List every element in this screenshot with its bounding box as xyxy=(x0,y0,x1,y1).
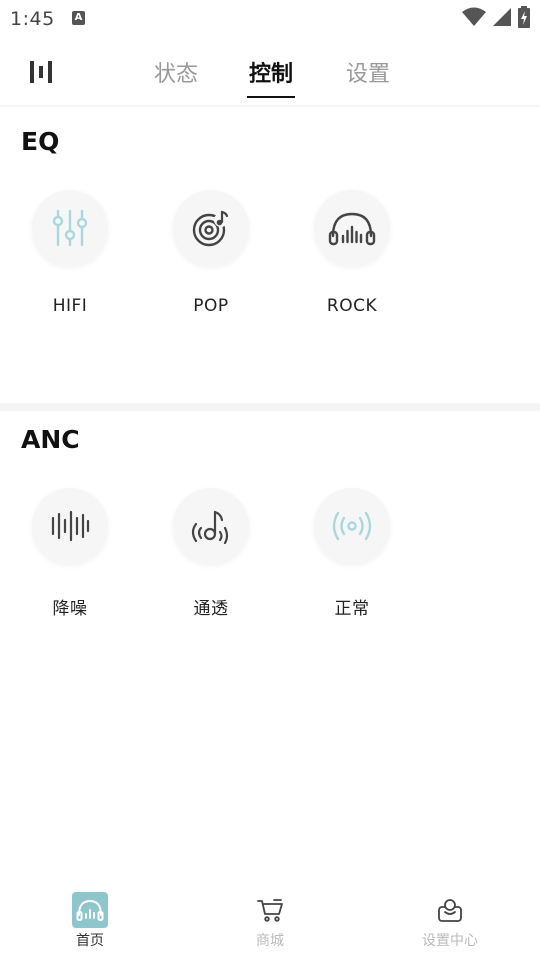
anc-option-noise-cancel[interactable]: 降噪 xyxy=(15,488,125,619)
signal-icon xyxy=(493,8,511,26)
anc-option-transparent[interactable]: 通透 xyxy=(156,488,266,619)
top-nav: 状态 控制 设置 xyxy=(0,40,540,106)
anc-normal-button[interactable] xyxy=(314,488,390,564)
cart-icon xyxy=(257,899,283,922)
tab-settings[interactable]: 设置 xyxy=(343,56,393,96)
eq-hifi-button[interactable] xyxy=(32,190,108,266)
status-icons xyxy=(462,6,530,28)
bottom-nav-settings-center[interactable]: 设置中心 xyxy=(390,892,510,950)
anc-transparent-button[interactable] xyxy=(173,488,249,564)
status-time: 1:45 xyxy=(10,8,55,30)
bottom-nav-settings-label: 设置中心 xyxy=(422,933,478,949)
bottom-nav: 首页 商城 设置中心 xyxy=(0,880,540,960)
eq-hifi-label: HIFI xyxy=(52,296,88,316)
bottom-nav-home-label: 首页 xyxy=(76,933,104,949)
notification-a-icon: A xyxy=(72,11,85,25)
bottom-nav-shop[interactable]: 商城 xyxy=(210,892,330,950)
tab-status[interactable]: 状态 xyxy=(151,56,201,96)
bottom-nav-home[interactable]: 首页 xyxy=(30,892,150,950)
nav-divider xyxy=(0,105,540,107)
eq-pop-button[interactable] xyxy=(173,190,249,266)
eq-pop-label: POP xyxy=(193,296,229,316)
section-divider xyxy=(0,403,540,411)
eq-option-rock[interactable]: ROCK xyxy=(297,190,407,316)
anc-normal-label: 正常 xyxy=(334,599,370,619)
eq-rock-label: ROCK xyxy=(326,296,378,316)
eq-rock-button[interactable] xyxy=(314,190,390,266)
broadcast-icon xyxy=(332,511,372,541)
sliders-icon xyxy=(52,209,88,247)
bottom-nav-shop-label: 商城 xyxy=(256,933,284,949)
eq-option-hifi[interactable]: HIFI xyxy=(15,190,125,316)
anc-noise-cancel-button[interactable] xyxy=(32,488,108,564)
bottom-nav-home-icon-wrap xyxy=(72,892,108,928)
tab-control[interactable]: 控制 xyxy=(247,56,295,98)
user-settings-icon xyxy=(438,899,462,922)
headphones-icon xyxy=(328,212,376,246)
battery-charging-icon xyxy=(518,6,530,28)
bottom-nav-shop-icon-wrap xyxy=(252,892,288,928)
bottom-nav-settings-icon-wrap xyxy=(432,892,468,928)
waveform-icon xyxy=(51,510,90,542)
anc-section-title: ANC xyxy=(21,425,80,454)
anc-transparent-label: 通透 xyxy=(193,599,229,619)
anc-noise-cancel-label: 降噪 xyxy=(52,599,88,619)
status-bar: 1:45 A xyxy=(0,0,540,38)
eq-option-pop[interactable]: POP xyxy=(156,190,266,316)
wifi-icon xyxy=(462,7,486,26)
vinyl-music-icon xyxy=(192,210,229,247)
eq-section-title: EQ xyxy=(21,127,60,156)
headphones-home-icon xyxy=(72,892,108,928)
sound-note-icon xyxy=(191,510,229,544)
tab-bar: 状态 控制 设置 xyxy=(0,40,540,106)
anc-option-normal[interactable]: 正常 xyxy=(297,488,407,619)
